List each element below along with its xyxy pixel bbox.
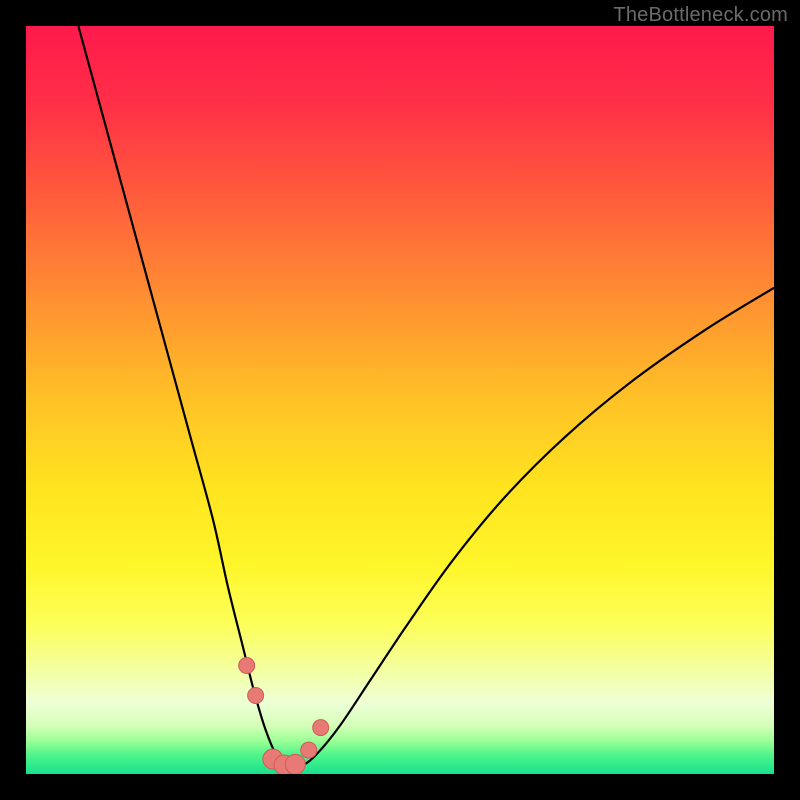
bottleneck-curve <box>78 26 774 766</box>
chart-frame <box>26 26 774 774</box>
marker-point <box>285 754 305 774</box>
marker-point <box>301 742 317 758</box>
marker-point <box>248 687 264 703</box>
marker-point <box>239 658 255 674</box>
watermark-text: TheBottleneck.com <box>613 4 788 27</box>
marker-point <box>313 720 329 736</box>
bottleneck-plot <box>26 26 774 774</box>
